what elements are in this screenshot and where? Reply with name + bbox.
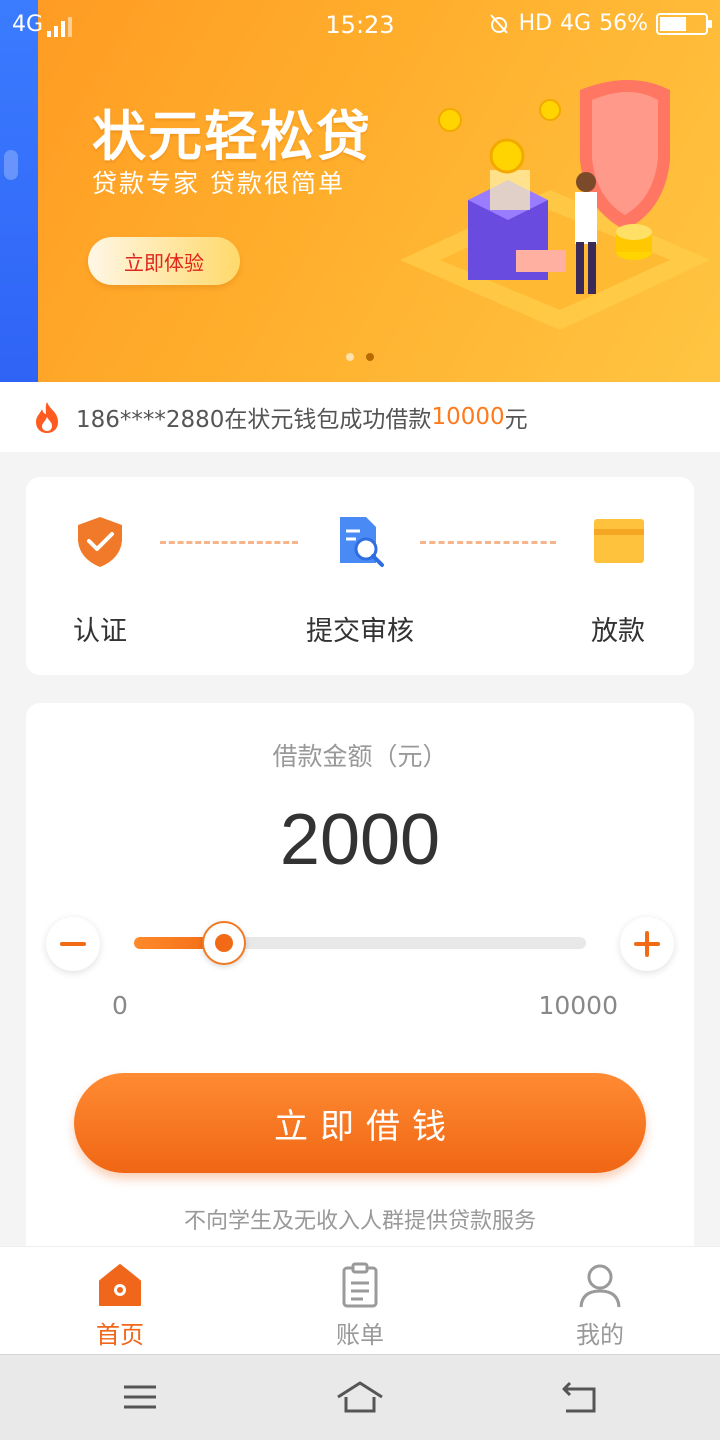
step-review: 提交审核	[290, 513, 430, 648]
battery-percent: 56%	[599, 11, 648, 36]
promo-banner[interactable]: 4G 15:23 HD 4G 56% 状元轻松贷 贷款专家 贷款很简单 立即体验	[0, 0, 720, 382]
fire-icon	[36, 402, 58, 433]
borrow-now-button[interactable]: 立即借钱	[74, 1073, 646, 1173]
tab-label: 我的	[576, 1321, 624, 1349]
banner-subtitle: 贷款专家 贷款很简单	[92, 169, 345, 198]
status-right: HD 4G 56%	[487, 11, 712, 36]
user-icon	[579, 1264, 621, 1308]
step-connector	[160, 541, 298, 544]
status-bar: 4G 15:23 HD 4G 56%	[0, 0, 720, 50]
slider-thumb[interactable]	[202, 921, 247, 965]
tab-mine[interactable]: 我的	[480, 1247, 720, 1354]
loan-amount-label: 借款金额（元）	[272, 742, 448, 771]
document-search-icon	[340, 517, 384, 567]
shield-check-icon	[78, 517, 122, 567]
back-icon[interactable]	[560, 1379, 600, 1415]
loan-amount-card: 借款金额（元） 2000 0 10000 立即借钱 不向学生及无收入人群提供贷款…	[26, 703, 694, 1263]
step-label: 认证	[73, 616, 127, 647]
banner-dot[interactable]	[346, 353, 354, 361]
wallet-icon	[594, 519, 644, 563]
increase-amount-button[interactable]	[620, 917, 674, 971]
loan-disclaimer: 不向学生及无收入人群提供贷款服务	[183, 1209, 536, 1234]
try-now-button[interactable]: 立即体验	[88, 237, 240, 285]
clipboard-icon	[342, 1262, 378, 1308]
home-nav-icon[interactable]	[336, 1379, 384, 1415]
bottom-tab-bar: 首页 账单 我的	[0, 1246, 720, 1354]
slider-min-label: 0	[112, 991, 128, 1020]
ticker-suffix: 元	[504, 407, 528, 433]
tab-home[interactable]: 首页	[0, 1247, 240, 1354]
banner-title: 状元轻松贷	[92, 105, 372, 168]
ticker-amount: 10000	[431, 404, 505, 430]
ticker-text: 186****2880在状元钱包成功借款	[76, 407, 432, 433]
alarm-off-icon	[489, 13, 508, 34]
slider-max-label: 10000	[538, 991, 618, 1020]
battery-icon	[656, 12, 712, 35]
menu-icon[interactable]	[120, 1379, 160, 1415]
step-connector	[420, 541, 556, 544]
system-nav-bar	[0, 1354, 720, 1440]
hd-indicator: HD	[518, 11, 553, 36]
previous-slide-peek	[0, 0, 38, 382]
step-disburse: 放款	[548, 513, 688, 648]
tab-label: 账单	[336, 1321, 384, 1349]
network-type-right: 4G	[560, 11, 592, 36]
loan-ticker: 186****2880在状元钱包成功借款 10000 元	[0, 382, 720, 452]
amount-slider[interactable]	[134, 921, 586, 965]
tab-label: 首页	[96, 1321, 144, 1349]
loan-amount-value: 2000	[279, 800, 441, 880]
step-label: 放款	[591, 616, 645, 647]
decrease-amount-button[interactable]	[46, 917, 100, 971]
tab-bills[interactable]: 账单	[240, 1247, 480, 1354]
process-steps-card: 认证 提交审核 放款	[26, 477, 694, 675]
banner-illustration	[400, 80, 710, 330]
banner-pagination	[0, 353, 720, 361]
minus-icon	[60, 942, 86, 946]
step-verify: 认证	[30, 513, 170, 648]
plus-icon	[634, 931, 660, 957]
step-label: 提交审核	[306, 616, 414, 647]
banner-dot-active[interactable]	[366, 353, 374, 361]
home-icon	[99, 1264, 141, 1306]
